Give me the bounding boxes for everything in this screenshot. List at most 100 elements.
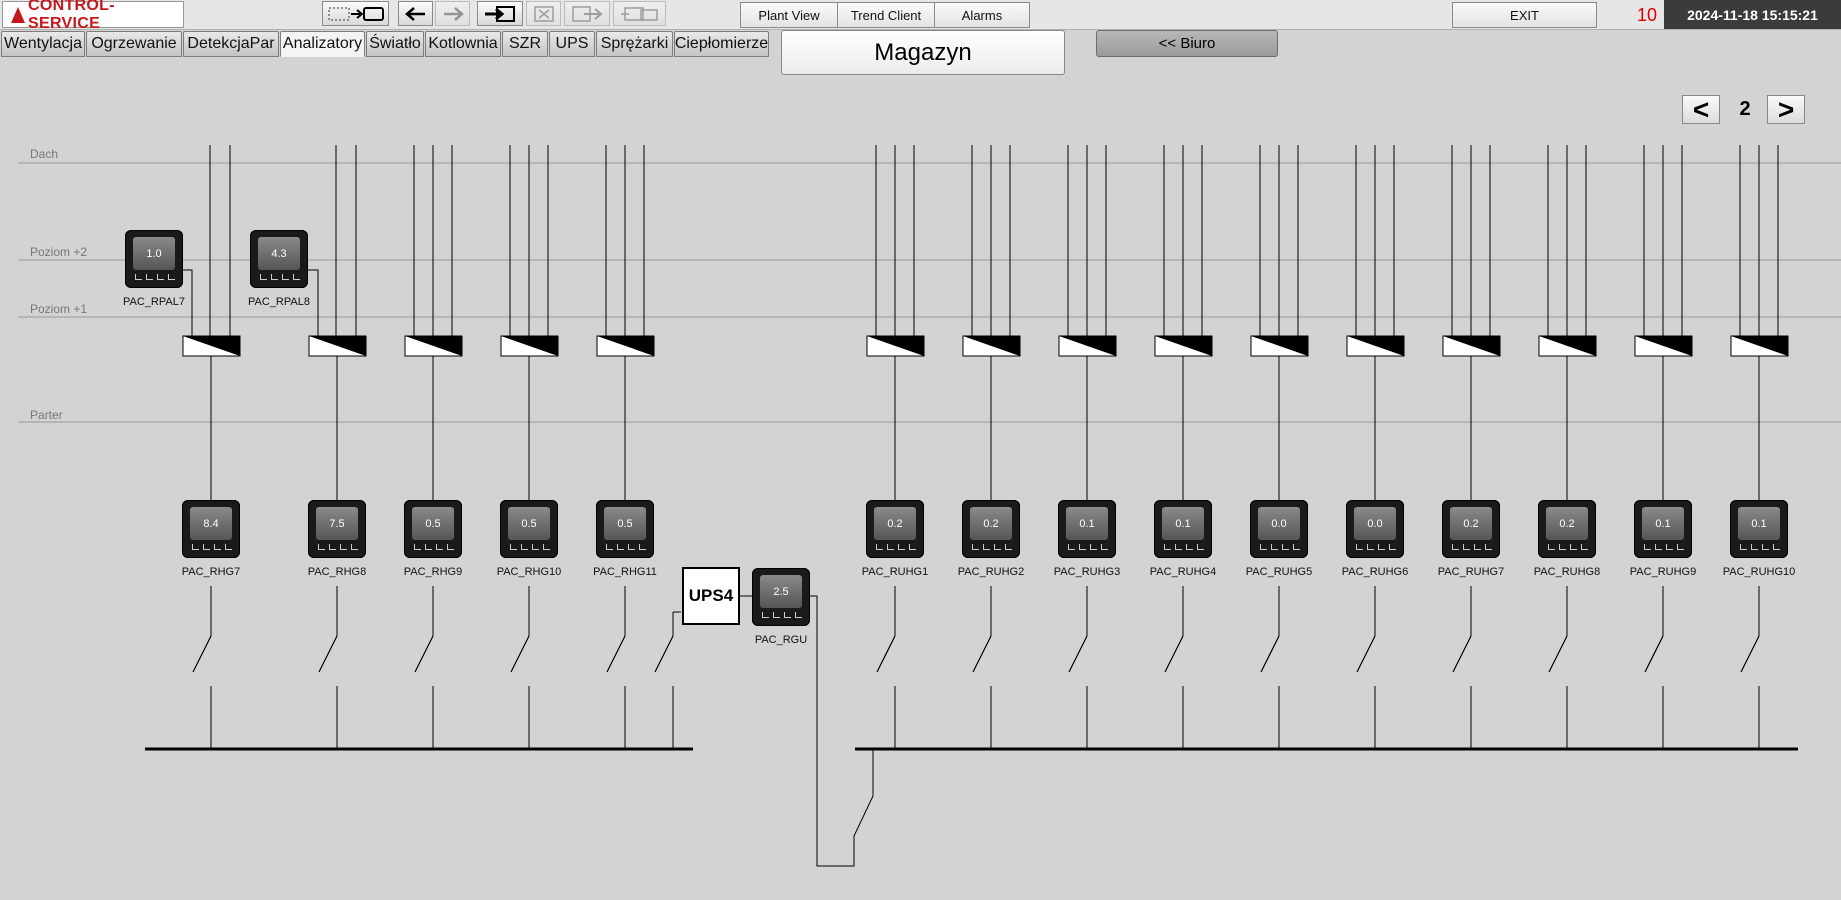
meter-value: 0.0 [1354,507,1396,540]
meter-keys-icon [1740,544,1780,551]
meter-pac_ruhg5[interactable]: 0.0 [1250,500,1308,558]
meter-pac_ruhg10[interactable]: 0.1 [1730,500,1788,558]
current-transformer-7 [1058,335,1117,357]
meter-pac_ruhg2[interactable]: 0.2 [962,500,1020,558]
meter-pac_rpal7[interactable]: 1.0 [125,230,183,288]
meter-value: 0.2 [874,507,916,540]
meter-keys-icon [876,544,916,551]
single-line-diagram [18,145,1841,867]
breaker-switch-11 [1452,635,1472,673]
current-transformer-10 [1346,335,1405,357]
meter-label: PAC_RHG8 [307,566,367,578]
meter-pac_rhg10[interactable]: 0.5 [500,500,558,558]
meter-keys-icon [318,544,358,551]
meter-keys-icon [510,544,550,551]
current-transformer-8 [1154,335,1213,357]
breaker-switch-6 [972,635,992,673]
meter-label: PAC_RHG10 [496,566,562,578]
meter-label: PAC_RUHG7 [1437,566,1505,578]
meter-pac_rhg11[interactable]: 0.5 [596,500,654,558]
meter-pac_ruhg1[interactable]: 0.2 [866,500,924,558]
ups-breaker-switch [654,635,674,673]
meter-pac_rhg7[interactable]: 8.4 [182,500,240,558]
current-transformer-13 [1634,335,1693,357]
meter-keys-icon [606,544,646,551]
meter-pac_ruhg7[interactable]: 0.2 [1442,500,1500,558]
meter-value: 0.1 [1162,507,1204,540]
meter-keys-icon [1452,544,1492,551]
breaker-switch-8 [1164,635,1184,673]
meter-value: 4.3 [258,237,300,270]
meter-value: 0.1 [1066,507,1108,540]
meter-value: 0.5 [412,507,454,540]
ups-box: UPS4 [682,567,740,625]
meter-value: 0.1 [1642,507,1684,540]
breaker-switch-2 [414,635,434,673]
current-transformer-4 [596,335,655,357]
meter-pac_rpal8[interactable]: 4.3 [250,230,308,288]
meter-value: 0.1 [1738,507,1780,540]
meter-keys-icon [1548,544,1588,551]
meter-label: PAC_RPAL7 [123,296,185,308]
level-label-plus1: Poziom +1 [30,302,88,316]
meter-value: 0.5 [604,507,646,540]
meter-pac_ruhg3[interactable]: 0.1 [1058,500,1116,558]
meter-value: 7.5 [316,507,358,540]
meter-keys-icon [1356,544,1396,551]
breaker-switch-3 [510,635,530,673]
breaker-switch-14 [1740,635,1760,673]
meter-keys-icon [260,274,300,281]
meter-label: PAC_RUHG9 [1629,566,1697,578]
meter-pac_ruhg6[interactable]: 0.0 [1346,500,1404,558]
current-transformer-11 [1442,335,1501,357]
breaker-switch-9 [1260,635,1280,673]
breaker-switch-1 [318,635,338,673]
level-label-plus2: Poziom +2 [30,245,88,259]
meter-label: PAC_RUHG3 [1053,566,1121,578]
level-label-roof: Dach [30,147,59,161]
meter-keys-icon [972,544,1012,551]
breaker-switch-7 [1068,635,1088,673]
meter-pac_rhg8[interactable]: 7.5 [308,500,366,558]
meter-keys-icon [1644,544,1684,551]
meter-value: 0.2 [1546,507,1588,540]
meter-keys-icon [192,544,232,551]
meter-keys-icon [1260,544,1300,551]
meter-pac_rgu[interactable]: 2.5 [752,568,810,626]
current-transformer-9 [1250,335,1309,357]
meter-value: 0.2 [970,507,1012,540]
meter-label: PAC_RUHG10 [1722,566,1796,578]
meter-pac_ruhg8[interactable]: 0.2 [1538,500,1596,558]
breaker-switch-12 [1548,635,1568,673]
level-label-ground: Parter [30,408,63,422]
meter-value: 0.5 [508,507,550,540]
meter-keys-icon [1164,544,1204,551]
meter-keys-icon [762,612,802,619]
meter-label: PAC_RUHG1 [861,566,929,578]
meter-value: 0.2 [1450,507,1492,540]
meter-label: PAC_RUHG2 [957,566,1025,578]
meter-value: 2.5 [760,575,802,608]
meter-label: PAC_RUHG8 [1533,566,1601,578]
current-transformer-5 [866,335,925,357]
meter-label: PAC_RHG11 [593,566,657,578]
current-transformer-14 [1730,335,1789,357]
meter-keys-icon [414,544,454,551]
meter-label: PAC_RUHG6 [1341,566,1409,578]
meter-keys-icon [135,274,175,281]
current-transformer-3 [500,335,559,357]
meter-label: PAC_RGU [754,634,808,646]
meter-pac_rhg9[interactable]: 0.5 [404,500,462,558]
meter-value: 0.0 [1258,507,1300,540]
meter-pac_ruhg4[interactable]: 0.1 [1154,500,1212,558]
meter-label: PAC_RUHG5 [1245,566,1313,578]
breaker-switch-4 [606,635,626,673]
meter-label: PAC_RHG9 [403,566,463,578]
meter-label: PAC_RHG7 [181,566,241,578]
current-transformer-2 [404,335,463,357]
meter-keys-icon [1068,544,1108,551]
breaker-switch-10 [1356,635,1376,673]
meter-pac_ruhg9[interactable]: 0.1 [1634,500,1692,558]
meter-label: PAC_RUHG4 [1149,566,1217,578]
breaker-switch-0 [192,635,212,673]
